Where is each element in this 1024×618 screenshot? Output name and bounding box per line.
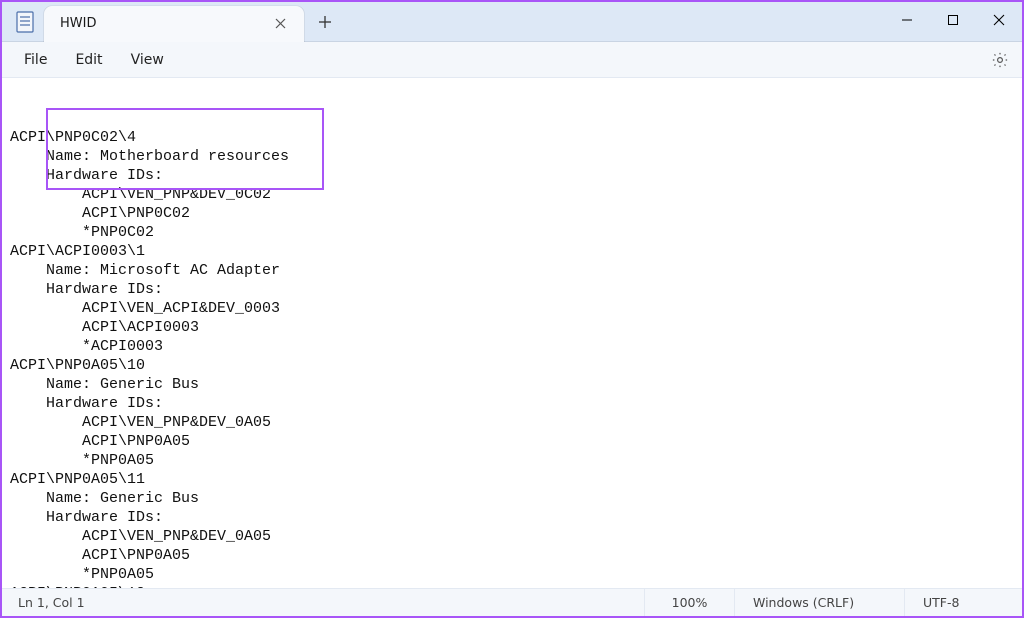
text-line: *PNP0A05	[10, 565, 1016, 584]
settings-button[interactable]	[986, 46, 1014, 74]
text-line: Hardware IDs:	[10, 280, 1016, 299]
text-line: Name: Generic Bus	[10, 375, 1016, 394]
text-line: ACPI\VEN_PNP&DEV_0A05	[10, 413, 1016, 432]
text-editor[interactable]: ACPI\PNP0C02\4 Name: Motherboard resourc…	[2, 78, 1022, 588]
text-line: ACPI\PNP0A05\11	[10, 470, 1016, 489]
window-controls	[884, 2, 1022, 38]
line-ending[interactable]: Windows (CRLF)	[734, 589, 904, 616]
tab-title: HWID	[60, 16, 270, 31]
text-line: ACPI\ACPI0003\1	[10, 242, 1016, 261]
text-line: Hardware IDs:	[10, 394, 1016, 413]
encoding[interactable]: UTF-8	[904, 589, 1014, 616]
text-line: Hardware IDs:	[10, 166, 1016, 185]
menu-file[interactable]: File	[10, 46, 61, 74]
text-line: ACPI\ACPI0003	[10, 318, 1016, 337]
text-line: *ACPI0003	[10, 337, 1016, 356]
text-line: *PNP0C02	[10, 223, 1016, 242]
text-line: Name: Generic Bus	[10, 489, 1016, 508]
text-line: ACPI\PNP0C02\4	[10, 128, 1016, 147]
text-line: ACPI\VEN_PNP&DEV_0A05	[10, 527, 1016, 546]
notepad-icon	[16, 11, 34, 33]
text-line: ACPI\PNP0A05\12	[10, 584, 1016, 588]
text-line: ACPI\VEN_PNP&DEV_0C02	[10, 185, 1016, 204]
menu-bar: File Edit View	[2, 42, 1022, 78]
menu-view[interactable]: View	[117, 46, 178, 74]
text-line: ACPI\PNP0A05	[10, 546, 1016, 565]
text-line: ACPI\PNP0A05\10	[10, 356, 1016, 375]
maximize-button[interactable]	[930, 2, 976, 38]
title-bar: HWID	[2, 2, 1022, 42]
text-line: Name: Motherboard resources	[10, 147, 1016, 166]
zoom-level[interactable]: 100%	[644, 589, 734, 616]
text-line: ACPI\PNP0C02	[10, 204, 1016, 223]
minimize-button[interactable]	[884, 2, 930, 38]
text-line: Hardware IDs:	[10, 508, 1016, 527]
close-button[interactable]	[976, 2, 1022, 38]
tab-close-icon[interactable]	[270, 14, 290, 34]
status-bar: Ln 1, Col 1 100% Windows (CRLF) UTF-8	[2, 588, 1022, 616]
text-line: *PNP0A05	[10, 451, 1016, 470]
new-tab-button[interactable]	[308, 5, 342, 39]
text-line: Name: Microsoft AC Adapter	[10, 261, 1016, 280]
text-line: ACPI\VEN_ACPI&DEV_0003	[10, 299, 1016, 318]
tab-active[interactable]: HWID	[44, 6, 304, 42]
text-line: ACPI\PNP0A05	[10, 432, 1016, 451]
menu-edit[interactable]: Edit	[61, 46, 116, 74]
cursor-position[interactable]: Ln 1, Col 1	[18, 595, 85, 610]
